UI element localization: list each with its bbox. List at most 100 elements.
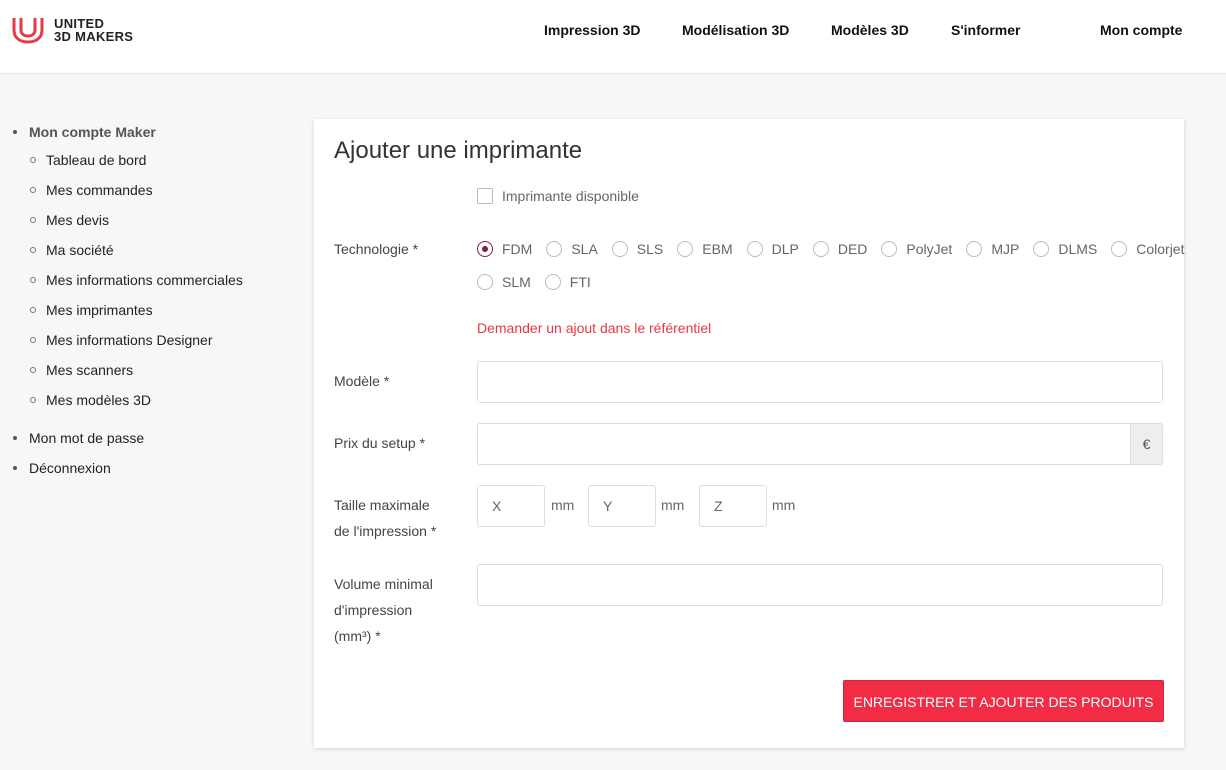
sidebar-item-label: Tableau de bord — [46, 152, 147, 168]
page-title: Ajouter une imprimante — [334, 137, 583, 164]
radio-fti[interactable]: FTI — [544, 274, 591, 290]
min-volume-input[interactable] — [477, 564, 1163, 606]
nav-impression-3d[interactable]: Impression 3D — [544, 22, 640, 38]
bullet-circle-icon — [30, 397, 36, 403]
sidebar-item-tableau-de-bord[interactable]: Tableau de bord — [0, 146, 300, 176]
model-input[interactable] — [477, 361, 1163, 403]
radio-label: EBM — [702, 241, 733, 257]
sidebar-item-label: Mes commandes — [46, 182, 153, 198]
bullet-icon — [13, 436, 17, 440]
radio-sla[interactable]: SLA — [546, 241, 598, 257]
available-checkbox-label: Imprimante disponible — [502, 188, 639, 204]
radio-icon — [812, 241, 829, 257]
dim-y-input[interactable]: Y — [588, 485, 656, 527]
radio-icon — [677, 241, 694, 257]
dim-y-unit: mm — [661, 497, 685, 513]
sidebar-item-mes-modeles-3d[interactable]: Mes modèles 3D — [0, 386, 300, 416]
bullet-icon — [13, 466, 17, 470]
bullet-circle-icon — [30, 157, 36, 163]
radio-colorjet[interactable]: Colorjet — [1111, 241, 1184, 257]
radio-ded[interactable]: DED — [812, 241, 868, 257]
max-size-label-line-2: de l'impression * — [334, 523, 437, 539]
sidebar-section-maker[interactable]: Mon compte Maker — [0, 118, 300, 146]
min-volume-label-line-3: (mm³) * — [334, 628, 381, 644]
radio-icon — [477, 274, 493, 290]
sidebar-item-label: Mes devis — [46, 212, 110, 228]
radio-label: FTI — [569, 274, 591, 290]
sidebar-item-mes-devis[interactable]: Mes devis — [0, 206, 300, 236]
radio-icon — [1033, 241, 1050, 257]
radio-dlms[interactable]: DLMS — [1033, 241, 1097, 257]
technology-radio-group-row-2: SLM FTI — [477, 274, 605, 290]
radio-selected-icon — [477, 241, 493, 257]
save-and-add-products-button[interactable]: ENREGISTRER ET AJOUTER DES PRODUITS — [843, 680, 1164, 722]
setup-price-label: Prix du setup * — [334, 435, 426, 451]
radio-slm[interactable]: SLM — [477, 274, 531, 290]
sidebar-item-label: Mes imprimantes — [46, 302, 153, 318]
radio-icon — [611, 241, 628, 257]
sidebar-item-label: Mes informations commerciales — [46, 272, 243, 288]
radio-label: DLP — [771, 241, 799, 257]
setup-price-input[interactable] — [477, 423, 1131, 465]
sidebar-item-label: Mes scanners — [46, 362, 134, 378]
bullet-circle-icon — [30, 187, 36, 193]
sidebar-item-label: Ma société — [46, 242, 114, 258]
sidebar-item-mes-imprimantes[interactable]: Mes imprimantes — [0, 296, 300, 326]
bullet-circle-icon — [30, 307, 36, 313]
technology-radio-group-row-1: FDM SLA SLS EBM DLP DED PolyJet MJP DLMS… — [477, 241, 1198, 257]
bullet-circle-icon — [30, 367, 36, 373]
sidebar-item-deconnexion[interactable]: Déconnexion — [0, 454, 300, 482]
dim-x-unit: mm — [551, 497, 575, 513]
radio-icon — [746, 241, 763, 257]
min-volume-label-line-1: Volume minimal — [334, 576, 433, 592]
nav-mon-compte[interactable]: Mon compte — [1100, 22, 1182, 38]
sidebar-item-label: Mes modèles 3D — [46, 392, 152, 408]
max-size-label-line-1: Taille maximale — [334, 497, 430, 513]
main-nav: Impression 3D Modélisation 3D Modèles 3D… — [0, 22, 1226, 42]
radio-icon — [1111, 241, 1128, 257]
add-printer-card: Ajouter une imprimante Imprimante dispon… — [314, 119, 1184, 748]
sidebar-item-mes-informations-commerciales[interactable]: Mes informations commerciales — [0, 266, 300, 296]
sidebar-item-ma-societe[interactable]: Ma société — [0, 236, 300, 266]
radio-icon — [966, 241, 983, 257]
available-checkbox[interactable] — [477, 188, 493, 204]
radio-label: Colorjet — [1136, 241, 1185, 257]
dim-x-input[interactable]: X — [477, 485, 545, 527]
radio-label: FDM — [502, 241, 533, 257]
radio-icon — [881, 241, 898, 257]
radio-icon — [546, 241, 563, 257]
nav-modeles-3d[interactable]: Modèles 3D — [831, 22, 909, 38]
technology-label: Technologie * — [334, 241, 419, 257]
request-addition-link[interactable]: Demander un ajout dans le référentiel — [477, 320, 711, 336]
dim-z-unit: mm — [772, 497, 796, 513]
radio-ebm[interactable]: EBM — [677, 241, 733, 257]
bullet-circle-icon — [30, 217, 36, 223]
radio-label: SLM — [502, 274, 531, 290]
radio-polyjet[interactable]: PolyJet — [881, 241, 952, 257]
sidebar-item-mes-commandes[interactable]: Mes commandes — [0, 176, 300, 206]
radio-dlp[interactable]: DLP — [746, 241, 799, 257]
nav-modelisation-3d[interactable]: Modélisation 3D — [682, 22, 789, 38]
radio-label: DLMS — [1058, 241, 1098, 257]
radio-label: PolyJet — [906, 241, 953, 257]
radio-icon — [544, 274, 561, 290]
sidebar-item-mes-scanners[interactable]: Mes scanners — [0, 356, 300, 386]
bullet-circle-icon — [30, 277, 36, 283]
radio-fdm[interactable]: FDM — [477, 241, 532, 257]
radio-mjp[interactable]: MJP — [966, 241, 1019, 257]
model-label: Modèle * — [334, 373, 390, 389]
nav-sinformer[interactable]: S'informer — [951, 22, 1020, 38]
sidebar-item-mot-de-passe[interactable]: Mon mot de passe — [0, 424, 300, 452]
radio-label: DED — [837, 241, 868, 257]
min-volume-label-line-2: d'impression — [334, 602, 413, 618]
radio-sls[interactable]: SLS — [611, 241, 664, 257]
sidebar-item-mes-informations-designer[interactable]: Mes informations Designer — [0, 326, 300, 356]
radio-label: SLS — [636, 241, 664, 257]
dim-z-input[interactable]: Z — [699, 485, 767, 527]
currency-addon: € — [1130, 423, 1163, 465]
sidebar-item-label: Déconnexion — [29, 460, 111, 476]
radio-label: MJP — [991, 241, 1020, 257]
bullet-icon — [13, 130, 17, 134]
site-header: UNITED 3D MAKERS Impression 3D Modélisat… — [0, 0, 1226, 74]
bullet-circle-icon — [30, 247, 36, 253]
